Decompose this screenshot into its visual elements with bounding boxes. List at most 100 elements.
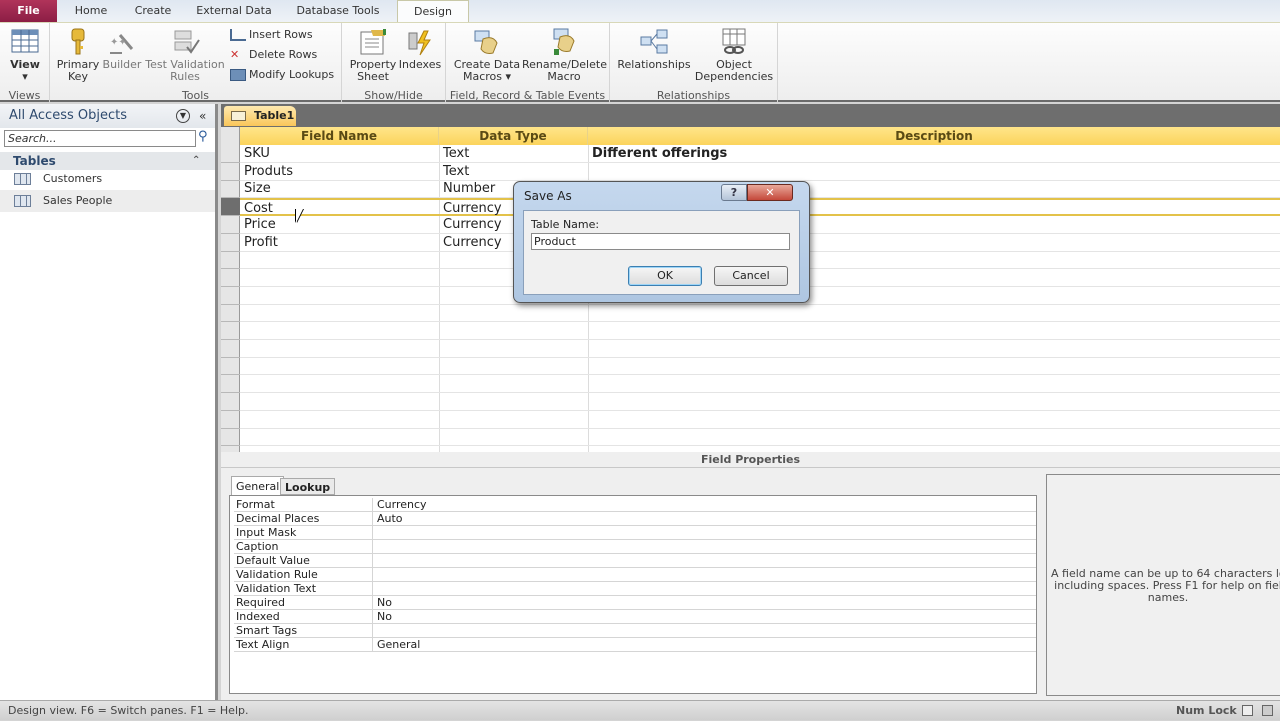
- field-name-cell[interactable]: Size: [240, 180, 439, 198]
- table-row[interactable]: [240, 340, 1280, 358]
- property-value[interactable]: [372, 540, 1036, 554]
- delete-rows-button[interactable]: ✕ Delete Rows: [230, 46, 317, 64]
- row-selector[interactable]: [221, 163, 240, 181]
- nav-search-input[interactable]: Search...: [4, 130, 196, 147]
- property-row[interactable]: Caption: [234, 540, 1036, 554]
- tab-design[interactable]: Design: [397, 0, 469, 23]
- indexes-button[interactable]: Indexes: [398, 27, 442, 71]
- table-row[interactable]: [240, 304, 1280, 323]
- insert-rows-button[interactable]: Insert Rows: [230, 26, 313, 44]
- property-value[interactable]: General: [372, 638, 1036, 652]
- nav-menu-dropdown-icon[interactable]: ▼: [176, 109, 190, 123]
- row-selector[interactable]: [221, 375, 240, 394]
- tab-external-data[interactable]: External Data: [190, 0, 278, 22]
- table-row[interactable]: [240, 322, 1280, 340]
- test-validation-rules-button[interactable]: Test Validation Rules: [144, 27, 226, 83]
- design-view-switch-icon[interactable]: [1262, 705, 1273, 716]
- property-row[interactable]: Validation Text: [234, 582, 1036, 596]
- object-dependencies-button[interactable]: Object Dependencies: [694, 27, 774, 83]
- row-selector[interactable]: [221, 287, 240, 305]
- field-name-cell[interactable]: Produts: [240, 163, 439, 181]
- row-selector[interactable]: [221, 145, 240, 163]
- description-cell[interactable]: [588, 163, 1280, 181]
- row-selector[interactable]: [221, 340, 240, 358]
- row-selector[interactable]: [221, 304, 240, 323]
- row-selector[interactable]: [221, 357, 240, 376]
- row-selector[interactable]: [221, 269, 240, 287]
- create-data-macros-button[interactable]: Create Data Macros ▾: [452, 27, 522, 83]
- property-row[interactable]: Text Align General: [234, 638, 1036, 652]
- property-value[interactable]: [372, 526, 1036, 540]
- close-button[interactable]: ✕: [747, 184, 793, 201]
- row-selector[interactable]: [221, 234, 240, 252]
- datasheet-view-switch-icon[interactable]: [1242, 705, 1253, 716]
- property-value[interactable]: No: [372, 596, 1036, 610]
- tab-database-tools[interactable]: Database Tools: [288, 0, 388, 22]
- table-row[interactable]: [240, 357, 1280, 376]
- primary-key-button[interactable]: Primary Key: [56, 27, 100, 83]
- builder-button[interactable]: ✦✦ Builder: [100, 27, 144, 71]
- tab-general[interactable]: General: [231, 476, 285, 495]
- tab-file[interactable]: File: [0, 0, 57, 22]
- property-row[interactable]: Format Currency: [234, 498, 1036, 512]
- data-type-cell[interactable]: Text: [439, 145, 588, 163]
- table-row[interactable]: [240, 393, 1280, 411]
- property-value[interactable]: [372, 582, 1036, 596]
- nav-header[interactable]: All Access Objects ▼ «: [0, 104, 215, 128]
- data-type-cell[interactable]: Text: [439, 163, 588, 181]
- row-selector[interactable]: [221, 180, 240, 199]
- document-tab-table1[interactable]: Table1: [224, 106, 296, 126]
- row-selector[interactable]: [221, 393, 240, 411]
- description-cell[interactable]: Different offerings: [588, 145, 1280, 163]
- field-name-cell[interactable]: Profit: [240, 234, 439, 252]
- row-selector[interactable]: [221, 251, 240, 270]
- cancel-button[interactable]: Cancel: [714, 266, 788, 286]
- table-row[interactable]: SKU Text Different offerings: [240, 145, 1280, 163]
- field-name-cell[interactable]: SKU: [240, 145, 439, 163]
- relationships-icon: [640, 29, 668, 54]
- property-value[interactable]: [372, 568, 1036, 582]
- validation-icon: [174, 30, 200, 54]
- property-value[interactable]: [372, 624, 1036, 638]
- rename-delete-macro-button[interactable]: Rename/Delete Macro: [522, 27, 607, 83]
- property-value[interactable]: Currency: [372, 498, 1036, 512]
- tab-create[interactable]: Create: [124, 0, 182, 22]
- search-icon[interactable]: ⚲: [198, 129, 208, 144]
- nav-item-customers[interactable]: Customers: [0, 168, 215, 190]
- table-row[interactable]: [240, 375, 1280, 394]
- row-selector[interactable]: [221, 428, 240, 447]
- help-button[interactable]: ?: [721, 184, 747, 201]
- row-selector[interactable]: [221, 411, 240, 429]
- ok-button[interactable]: OK: [628, 266, 702, 286]
- nav-item-sales-people[interactable]: Sales People: [0, 190, 215, 212]
- view-button[interactable]: View ▾: [6, 27, 44, 83]
- property-value[interactable]: No: [372, 610, 1036, 624]
- tab-home[interactable]: Home: [62, 0, 120, 22]
- property-row[interactable]: Indexed No: [234, 610, 1036, 624]
- property-row[interactable]: Smart Tags: [234, 624, 1036, 638]
- property-label: Required: [236, 596, 285, 609]
- property-value[interactable]: [372, 554, 1036, 568]
- tab-lookup[interactable]: Lookup: [280, 478, 336, 495]
- row-selector[interactable]: [221, 198, 240, 217]
- table-name-input[interactable]: Product: [531, 233, 790, 250]
- property-row[interactable]: Default Value: [234, 554, 1036, 568]
- row-selector[interactable]: [221, 322, 240, 340]
- property-row[interactable]: Required No: [234, 596, 1036, 610]
- table-name-label: Table Name:: [531, 218, 600, 231]
- property-value[interactable]: Auto: [372, 512, 1036, 526]
- property-row[interactable]: Decimal Places Auto: [234, 512, 1036, 526]
- property-row[interactable]: Validation Rule: [234, 568, 1036, 582]
- collapse-pane-icon[interactable]: «: [199, 104, 206, 128]
- row-selector[interactable]: [221, 216, 240, 234]
- field-name-cell[interactable]: Price: [240, 216, 439, 234]
- property-sheet-button[interactable]: Property Sheet: [348, 27, 398, 83]
- indexes-lightning-icon: [408, 30, 431, 56]
- table-row[interactable]: [240, 428, 1280, 447]
- table-row[interactable]: Produts Text: [240, 163, 1280, 181]
- group-show-hide: Property Sheet Indexes Show/Hide: [342, 23, 446, 103]
- relationships-button[interactable]: Relationships: [614, 27, 694, 71]
- property-row[interactable]: Input Mask: [234, 526, 1036, 540]
- table-row[interactable]: [240, 411, 1280, 429]
- modify-lookups-button[interactable]: Modify Lookups: [230, 66, 334, 84]
